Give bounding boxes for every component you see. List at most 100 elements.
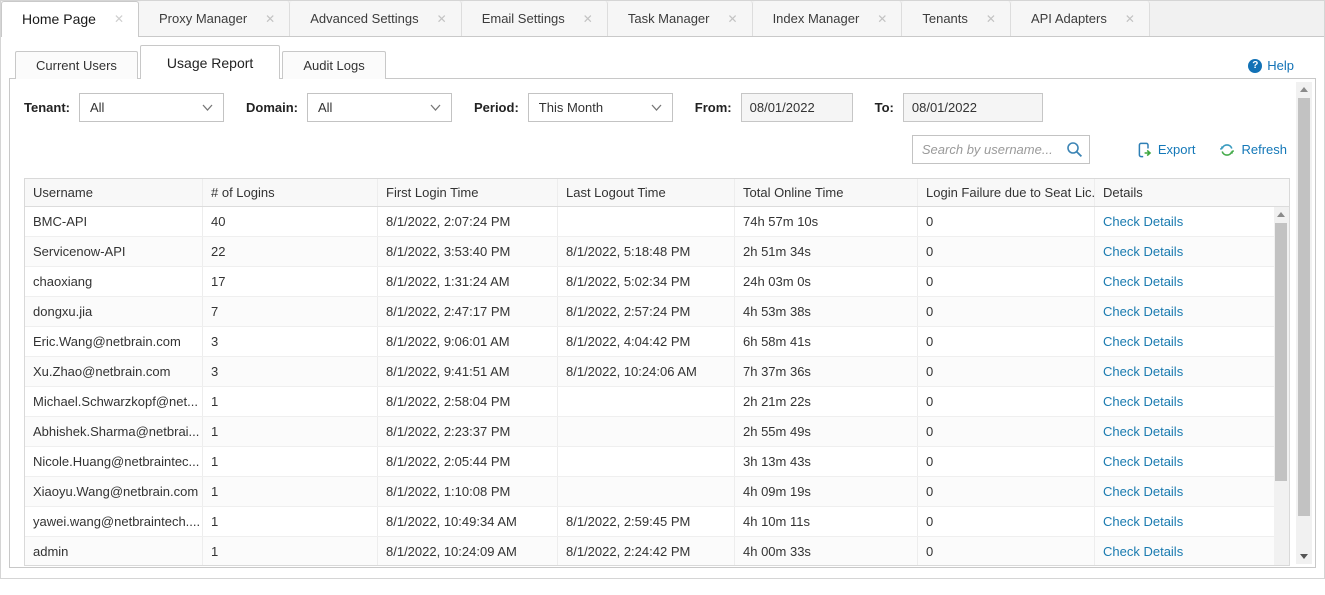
main-content: Current UsersUsage ReportAudit Logs ? He… (1, 37, 1324, 568)
domain-select[interactable]: All (307, 93, 452, 122)
magnifier-icon[interactable] (1066, 141, 1083, 158)
check-details-link[interactable]: Check Details (1103, 544, 1183, 559)
window-tab-tenants[interactable]: Tenants✕ (902, 1, 1011, 36)
check-details-link[interactable]: Check Details (1103, 394, 1183, 409)
cell-last-logout: 8/1/2022, 5:02:34 PM (558, 267, 735, 296)
cell-last-logout: 8/1/2022, 2:24:42 PM (558, 537, 735, 566)
export-label: Export (1158, 142, 1196, 157)
table-row: yawei.wang@netbraintech....18/1/2022, 10… (25, 507, 1274, 537)
filter-row: Tenant: All Domain: All Period: This Mon… (24, 92, 1315, 122)
to-date-field[interactable] (903, 93, 1043, 122)
usage-report-table: Username# of LoginsFirst Login TimeLast … (24, 178, 1290, 566)
usage-report-panel: Tenant: All Domain: All Period: This Mon… (9, 78, 1316, 568)
chevron-down-icon (651, 104, 662, 111)
table-row: dongxu.jia78/1/2022, 2:47:17 PM8/1/2022,… (25, 297, 1274, 327)
period-select[interactable]: This Month (528, 93, 673, 122)
check-details-link[interactable]: Check Details (1103, 454, 1183, 469)
table-scrollbar[interactable] (1274, 207, 1289, 565)
scroll-down-arrow-icon[interactable] (1300, 554, 1308, 559)
refresh-arrows-icon (1219, 142, 1235, 158)
close-icon[interactable]: ✕ (265, 13, 275, 25)
cell-failures: 0 (918, 357, 1095, 386)
column-header-first-login-time: First Login Time (378, 179, 558, 206)
cell-logins: 1 (203, 477, 378, 506)
cell-online-time: 6h 58m 41s (735, 327, 918, 356)
cell-details: Check Details (1095, 297, 1274, 326)
close-icon[interactable]: ✕ (728, 13, 738, 25)
refresh-button[interactable]: Refresh (1219, 142, 1287, 158)
close-icon[interactable]: ✕ (1125, 13, 1135, 25)
check-details-link[interactable]: Check Details (1103, 214, 1183, 229)
tenant-select[interactable]: All (79, 93, 224, 122)
export-button[interactable]: Export (1136, 142, 1196, 158)
period-label: Period: (474, 100, 519, 115)
cell-username: Michael.Schwarzkopf@net... (25, 387, 203, 416)
cell-first-login: 8/1/2022, 9:41:51 AM (378, 357, 558, 386)
window-tab-task-manager[interactable]: Task Manager ✕ (608, 1, 753, 36)
table-body: BMC-API408/1/2022, 2:07:24 PM74h 57m 10s… (25, 207, 1274, 565)
table-header-row: Username# of LoginsFirst Login TimeLast … (25, 179, 1289, 207)
check-details-link[interactable]: Check Details (1103, 334, 1183, 349)
close-icon[interactable]: ✕ (986, 13, 996, 25)
search-input[interactable] (912, 135, 1090, 164)
tab-label: Advanced Settings (310, 11, 418, 26)
cell-last-logout (558, 207, 735, 236)
window-tab-home-page[interactable]: Home Page✕ (1, 1, 139, 37)
table-row: Xiaoyu.Wang@netbrain.com18/1/2022, 1:10:… (25, 477, 1274, 507)
subtab-row: Current UsersUsage ReportAudit Logs ? He… (9, 45, 1316, 79)
table-scrollbar-thumb[interactable] (1275, 223, 1287, 481)
scroll-up-arrow-icon[interactable] (1300, 87, 1308, 92)
check-details-link[interactable]: Check Details (1103, 364, 1183, 379)
help-label: Help (1267, 58, 1294, 73)
close-icon[interactable]: ✕ (437, 13, 447, 25)
panel-scrollbar[interactable] (1296, 82, 1312, 564)
domain-select-value: All (318, 100, 332, 115)
window-tab-advanced-settings[interactable]: Advanced Settings ✕ (290, 1, 461, 36)
help-link[interactable]: ? Help (1248, 58, 1294, 73)
refresh-label: Refresh (1241, 142, 1287, 157)
check-details-link[interactable]: Check Details (1103, 274, 1183, 289)
cell-logins: 1 (203, 537, 378, 566)
table-row: BMC-API408/1/2022, 2:07:24 PM74h 57m 10s… (25, 207, 1274, 237)
cell-details: Check Details (1095, 417, 1274, 446)
window-tab-api-adapters[interactable]: API Adapters✕ (1011, 1, 1150, 36)
check-details-link[interactable]: Check Details (1103, 304, 1183, 319)
cell-last-logout: 8/1/2022, 2:59:45 PM (558, 507, 735, 536)
table-row: Eric.Wang@netbrain.com38/1/2022, 9:06:01… (25, 327, 1274, 357)
check-details-link[interactable]: Check Details (1103, 244, 1183, 259)
column-header-username: Username (25, 179, 203, 206)
close-icon[interactable]: ✕ (877, 13, 887, 25)
column-header-total-online-time: Total Online Time (735, 179, 918, 206)
cell-logins: 3 (203, 357, 378, 386)
scroll-up-arrow-icon[interactable] (1277, 212, 1285, 217)
cell-failures: 0 (918, 297, 1095, 326)
cell-logins: 1 (203, 447, 378, 476)
cell-first-login: 8/1/2022, 2:07:24 PM (378, 207, 558, 236)
cell-last-logout: 8/1/2022, 5:18:48 PM (558, 237, 735, 266)
cell-details: Check Details (1095, 447, 1274, 476)
window-tab-index-manager[interactable]: Index Manager ✕ (753, 1, 903, 36)
cell-username: dongxu.jia (25, 297, 203, 326)
tab-label: Task Manager (628, 11, 710, 26)
check-details-link[interactable]: Check Details (1103, 484, 1183, 499)
cell-first-login: 8/1/2022, 2:23:37 PM (378, 417, 558, 446)
window-tab-email-settings[interactable]: Email Settings✕ (462, 1, 608, 36)
window-tab-strip: Home Page✕Proxy Manager✕Advanced Setting… (1, 1, 1324, 37)
cell-first-login: 8/1/2022, 1:10:08 PM (378, 477, 558, 506)
from-date-field[interactable] (741, 93, 853, 122)
subtab-current-users[interactable]: Current Users (15, 51, 138, 79)
subtab-audit-logs[interactable]: Audit Logs (282, 51, 385, 79)
column-header-login-failure-due-to-seat-lic: Login Failure due to Seat Lic... (918, 179, 1095, 206)
tab-label: Index Manager (773, 11, 860, 26)
subtab-usage-report[interactable]: Usage Report (140, 45, 280, 79)
tenant-label: Tenant: (24, 100, 70, 115)
close-icon[interactable]: ✕ (114, 13, 124, 25)
panel-scrollbar-thumb[interactable] (1298, 98, 1310, 516)
close-icon[interactable]: ✕ (583, 13, 593, 25)
cell-last-logout: 8/1/2022, 4:04:42 PM (558, 327, 735, 356)
check-details-link[interactable]: Check Details (1103, 424, 1183, 439)
from-label: From: (695, 100, 732, 115)
cell-first-login: 8/1/2022, 2:05:44 PM (378, 447, 558, 476)
window-tab-proxy-manager[interactable]: Proxy Manager✕ (139, 1, 290, 36)
check-details-link[interactable]: Check Details (1103, 514, 1183, 529)
